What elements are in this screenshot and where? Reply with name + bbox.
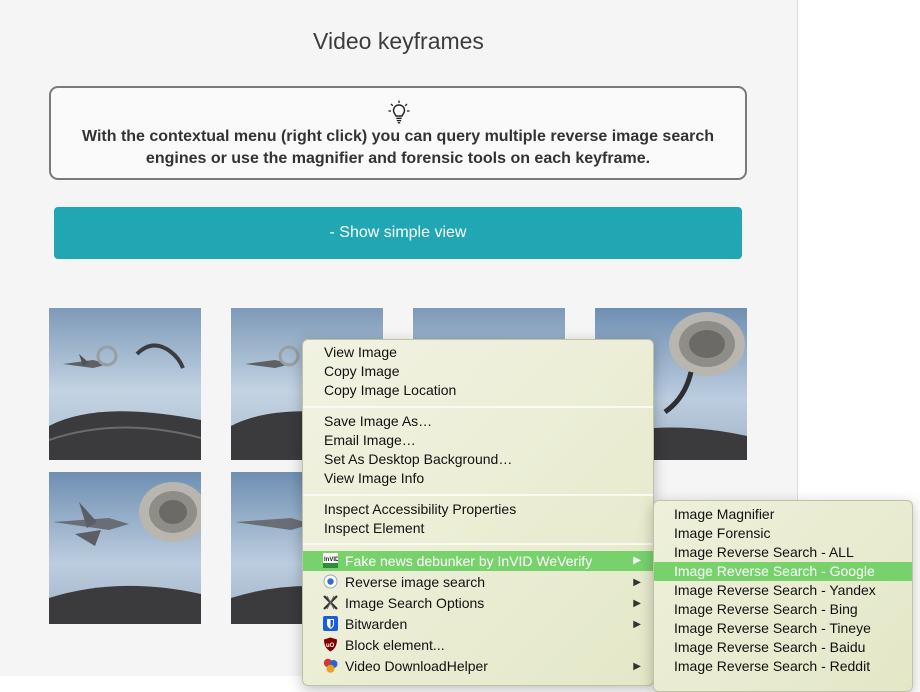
tip-text: With the contextual menu (right click) y… <box>81 128 715 167</box>
show-simple-view-button[interactable]: - Show simple view <box>54 207 742 259</box>
menu-item-invid-weverify[interactable]: InVID Fake news debunker by InVID WeVeri… <box>303 551 653 571</box>
submenu-item-reverse-search-reddit[interactable]: Image Reverse Search - Reddit <box>654 657 912 676</box>
submenu-item-reverse-search-baidu[interactable]: Image Reverse Search - Baidu <box>654 638 912 657</box>
menu-separator <box>303 494 653 496</box>
menu-item-save-image-as[interactable]: Save Image As… <box>303 412 653 431</box>
invid-submenu: Image Magnifier Image Forensic Image Rev… <box>653 500 913 692</box>
menu-item-inspect-element[interactable]: Inspect Element <box>303 519 653 538</box>
submenu-item-reverse-search-all[interactable]: Image Reverse Search - ALL <box>654 543 912 562</box>
menu-item-view-image-info[interactable]: View Image Info <box>303 469 653 488</box>
reverse-search-icon <box>323 574 338 589</box>
submenu-arrow-icon: ▶ <box>633 661 641 672</box>
submenu-item-reverse-search-google[interactable]: Image Reverse Search - Google <box>654 562 912 581</box>
menu-item-video-downloadhelper[interactable]: Video DownloadHelper ▶ <box>303 656 653 677</box>
ublock-icon: uO <box>324 637 337 652</box>
context-menu: View Image Copy Image Copy Image Locatio… <box>302 339 654 686</box>
keyframe-thumbnail[interactable] <box>49 472 201 624</box>
bitwarden-icon <box>323 616 338 631</box>
menu-item-image-search-options[interactable]: Image Search Options ▶ <box>303 593 653 614</box>
menu-separator <box>303 543 653 545</box>
menu-item-block-element[interactable]: uO Block element... <box>303 635 653 656</box>
downloadhelper-icon <box>323 658 338 673</box>
menu-item-set-desktop-background[interactable]: Set As Desktop Background… <box>303 450 653 469</box>
lightbulb-icon <box>388 100 410 124</box>
menu-item-bitwarden[interactable]: Bitwarden ▶ <box>303 614 653 635</box>
tip-box: With the contextual menu (right click) y… <box>49 86 747 180</box>
submenu-arrow-icon: ▶ <box>633 577 641 588</box>
submenu-item-reverse-search-yandex[interactable]: Image Reverse Search - Yandex <box>654 581 912 600</box>
submenu-item-reverse-search-tineye[interactable]: Image Reverse Search - Tineye <box>654 619 912 638</box>
submenu-item-reverse-search-bing[interactable]: Image Reverse Search - Bing <box>654 600 912 619</box>
submenu-arrow-icon: ▶ <box>633 598 641 609</box>
menu-item-email-image[interactable]: Email Image… <box>303 431 653 450</box>
submenu-item-image-forensic[interactable]: Image Forensic <box>654 524 912 543</box>
menu-item-copy-image-location[interactable]: Copy Image Location <box>303 381 653 400</box>
svg-text:InVID: InVID <box>324 557 338 563</box>
menu-item-reverse-image-search[interactable]: Reverse image search ▶ <box>303 572 653 593</box>
submenu-arrow-icon: ▶ <box>633 619 641 630</box>
keyframe-thumbnail[interactable] <box>49 308 201 460</box>
submenu-item-image-magnifier[interactable]: Image Magnifier <box>654 505 912 524</box>
image-search-options-icon <box>323 595 338 610</box>
menu-item-inspect-accessibility[interactable]: Inspect Accessibility Properties <box>303 500 653 519</box>
invid-icon: InVID <box>323 553 338 568</box>
menu-item-view-image[interactable]: View Image <box>303 343 653 362</box>
page-title: Video keyframes <box>313 28 484 54</box>
submenu-arrow-icon: ▶ <box>633 555 641 566</box>
svg-text:uO: uO <box>326 643 335 649</box>
menu-separator <box>303 406 653 408</box>
menu-item-copy-image[interactable]: Copy Image <box>303 362 653 381</box>
